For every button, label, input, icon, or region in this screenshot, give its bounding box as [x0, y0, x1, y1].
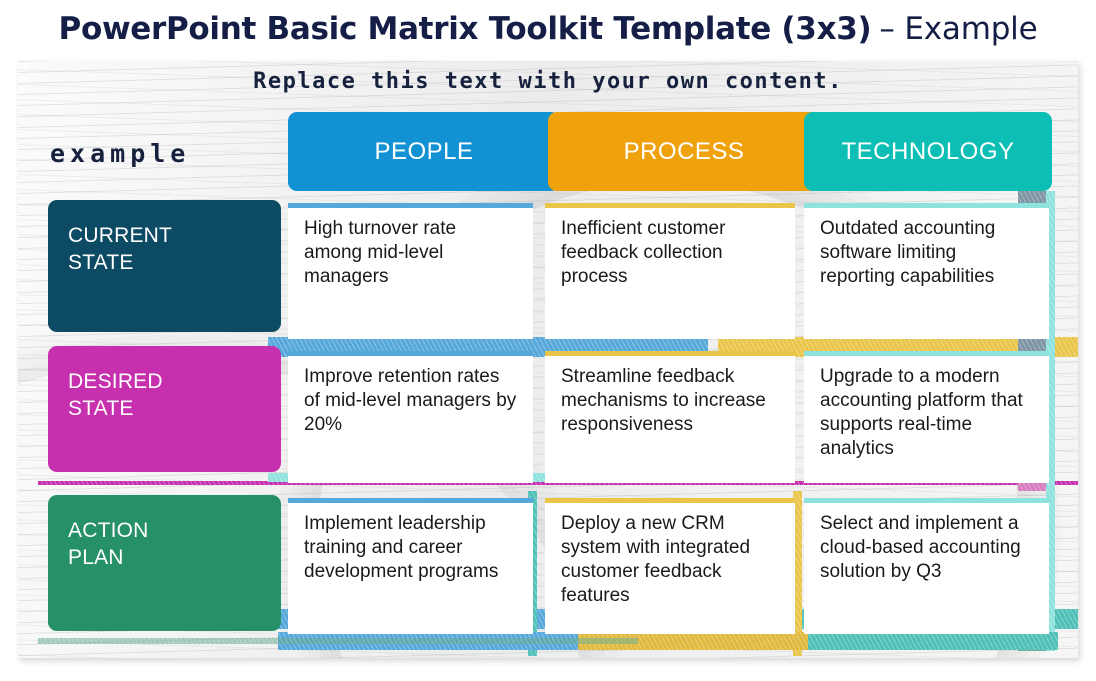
slide-subtitle: Replace this text with your own content.	[253, 69, 843, 94]
decor-bottom-bar-teal	[808, 632, 1058, 650]
slide-canvas: Replace this text with your own content.…	[18, 61, 1078, 658]
matrix-cell-desired-technology[interactable]: Upgrade to a modern accounting platform …	[804, 351, 1049, 483]
cell-accent-blue	[288, 203, 533, 208]
matrix-cell-text: Upgrade to a modern accounting platform …	[820, 366, 1023, 459]
column-header-process[interactable]: PROCESS	[548, 112, 820, 191]
matrix-cell-current-technology[interactable]: Outdated accounting software limiting re…	[804, 203, 1049, 339]
row-label-action-plan[interactable]: ACTION PLAN	[48, 495, 281, 631]
cell-accent-gold	[545, 203, 795, 208]
row-label-action-plan-line1: ACTION	[68, 519, 149, 542]
matrix-cell-action-process[interactable]: Deploy a new CRM system with integrated …	[545, 498, 795, 634]
matrix-cell-text: High turnover rate among mid-level manag…	[304, 218, 457, 287]
matrix-cell-current-process[interactable]: Inefficient customer feedback collection…	[545, 203, 795, 339]
matrix-cell-action-technology[interactable]: Select and implement a cloud-based accou…	[804, 498, 1049, 634]
cell-accent-teal	[804, 498, 1049, 503]
column-header-technology-label: TECHNOLOGY	[841, 137, 1015, 165]
decor-bottom-bar-gold	[578, 632, 808, 650]
column-header-technology[interactable]: TECHNOLOGY	[804, 112, 1052, 191]
matrix-cell-text: Streamline feedback mechanisms to increa…	[561, 366, 766, 435]
column-header-process-label: PROCESS	[623, 137, 745, 165]
matrix-cell-desired-people[interactable]: Improve retention rates of mid-level man…	[288, 351, 533, 483]
matrix-cell-text: Deploy a new CRM system with integrated …	[561, 513, 751, 606]
example-label: example	[50, 139, 191, 168]
cell-accent-teal	[804, 351, 1049, 356]
page-title: PowerPoint Basic Matrix Toolkit Template…	[0, 0, 1096, 58]
page-title-light: – Example	[879, 11, 1038, 47]
row-label-current-state-line2: STATE	[68, 250, 134, 274]
matrix-cell-text: Outdated accounting software limiting re…	[820, 218, 996, 287]
cell-accent-blue	[288, 351, 533, 356]
matrix-cell-text: Implement leadership training and career…	[304, 513, 499, 582]
matrix-cell-current-people[interactable]: High turnover rate among mid-level manag…	[288, 203, 533, 339]
row-label-desired-state-line2: STATE	[68, 396, 134, 420]
matrix-cell-action-people[interactable]: Implement leadership training and career…	[288, 498, 533, 634]
page-title-strong: PowerPoint Basic Matrix Toolkit Template…	[58, 11, 872, 47]
matrix-cell-text: Select and implement a cloud-based accou…	[820, 513, 1021, 582]
matrix-cell-text: Improve retention rates of mid-level man…	[304, 366, 517, 435]
row-label-current-state[interactable]: CURRENT STATE	[48, 200, 281, 332]
matrix-cell-desired-process[interactable]: Streamline feedback mechanisms to increa…	[545, 351, 795, 483]
row-label-action-plan-line2: PLAN	[68, 545, 124, 569]
column-header-people-label: PEOPLE	[374, 137, 474, 165]
decor-bottom-bar-green	[38, 638, 638, 644]
row-label-current-state-line1: CURRENT	[68, 224, 173, 247]
cell-accent-blue	[288, 498, 533, 503]
column-header-people[interactable]: PEOPLE	[288, 112, 560, 191]
cell-accent-teal	[804, 203, 1049, 208]
matrix-cell-text: Inefficient customer feedback collection…	[561, 218, 726, 287]
cell-accent-gold	[545, 351, 795, 356]
decor-bottom-bar-blue	[278, 632, 638, 650]
row-label-desired-state[interactable]: DESIRED STATE	[48, 346, 281, 472]
row-label-desired-state-line1: DESIRED	[68, 370, 163, 393]
cell-accent-gold	[545, 498, 795, 503]
